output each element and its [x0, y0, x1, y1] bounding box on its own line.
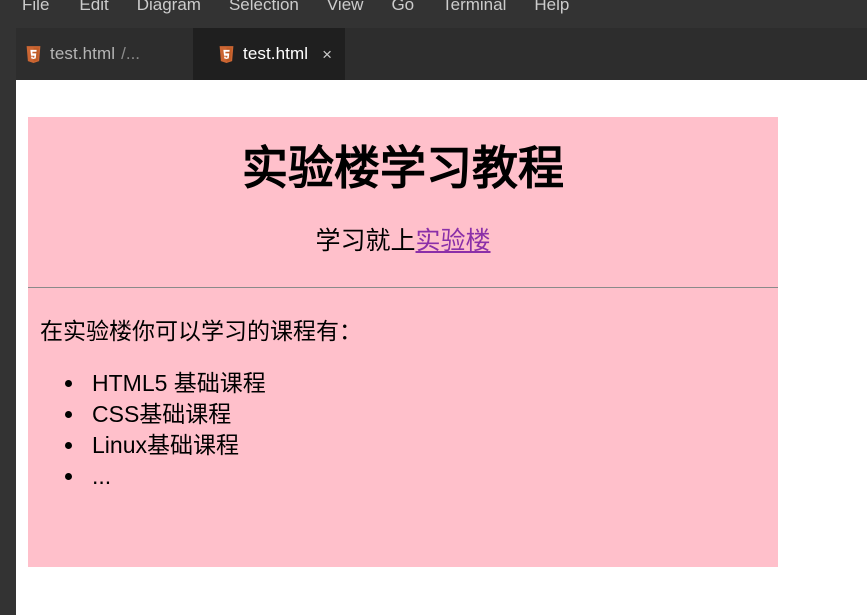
menu-item-diagram[interactable]: Diagram [123, 0, 215, 19]
course-list: HTML5 基础课程 CSS基础课程 Linux基础课程 ... [28, 346, 778, 492]
rendered-document-body: 实验楼学习教程 学习就上实验楼 在实验楼你可以学习的课程有： HTML5 基础课… [28, 117, 778, 567]
menu-bar: File Edit Diagram Selection View Go Term… [0, 0, 867, 28]
html-preview-pane: 实验楼学习教程 学习就上实验楼 在实验楼你可以学习的课程有： HTML5 基础课… [16, 80, 867, 615]
subtitle-text: 学习就上 [315, 227, 416, 256]
list-item: ... [86, 461, 778, 492]
tab-bar: test.html /... test.html × [0, 28, 867, 80]
intro-paragraph: 在实验楼你可以学习的课程有： [40, 318, 362, 345]
menu-item-view[interactable]: View [313, 0, 378, 19]
list-item: HTML5 基础课程 [86, 368, 778, 399]
menu-item-selection[interactable]: Selection [215, 0, 313, 19]
list-item: Linux基础课程 [86, 430, 778, 461]
html5-file-icon [219, 45, 234, 63]
html5-file-icon [26, 45, 41, 63]
page-subtitle: 学习就上实验楼 [28, 195, 778, 256]
menu-bar-items: File Edit Diagram Selection View Go Term… [22, 0, 583, 19]
tab-bar-empty-space [345, 28, 867, 80]
page-title: 实验楼学习教程 [242, 142, 564, 194]
tab-test-html-source[interactable]: test.html × [193, 28, 345, 80]
list-item: CSS基础课程 [86, 399, 778, 430]
tab-label: test.html [50, 44, 116, 63]
menu-item-edit[interactable]: Edit [65, 0, 122, 19]
menu-item-help[interactable]: Help [520, 0, 583, 19]
shiyanlou-link[interactable]: 实验楼 [416, 227, 491, 255]
editor-window: File Edit Diagram Selection View Go Term… [0, 0, 867, 615]
menu-item-file[interactable]: File [22, 0, 65, 19]
tab-label: test.html [243, 44, 309, 63]
activity-bar[interactable] [0, 28, 16, 615]
menu-item-terminal[interactable]: Terminal [428, 0, 520, 19]
tab-path-suffix: /... [121, 44, 141, 63]
tab-test-html-preview[interactable]: test.html /... [0, 28, 193, 80]
menu-item-go[interactable]: Go [377, 0, 428, 19]
close-icon[interactable]: × [322, 46, 332, 63]
